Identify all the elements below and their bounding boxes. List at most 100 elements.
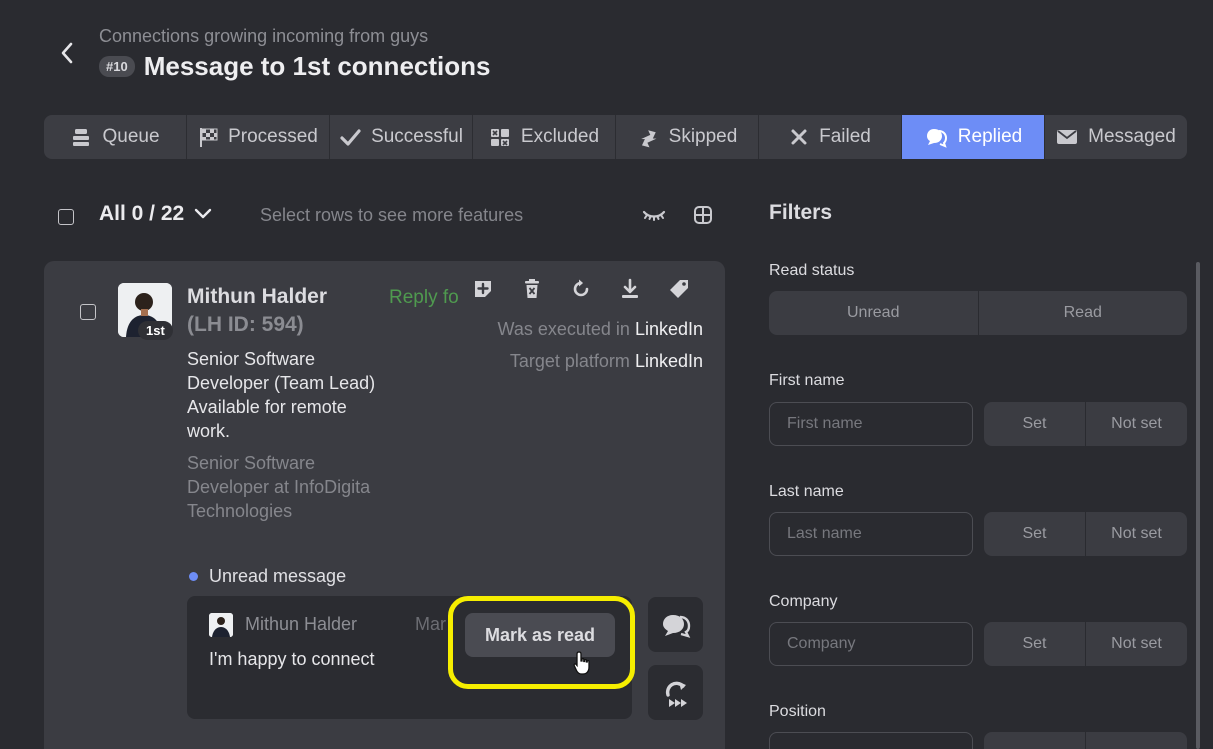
first-name-input[interactable] (769, 402, 973, 446)
tab-label: Replied (957, 126, 1023, 147)
envelope-icon (1057, 130, 1078, 144)
tab-label: Successful (371, 126, 463, 147)
last-name-input[interactable] (769, 512, 973, 556)
unread-option[interactable]: Unread (769, 291, 979, 335)
queue-icon (73, 129, 90, 146)
download-button[interactable] (617, 276, 642, 301)
delete-button[interactable] (519, 276, 544, 301)
selection-count: All 0 / 22 (99, 202, 185, 225)
refresh-icon (573, 279, 588, 296)
not-set-option[interactable] (1086, 732, 1187, 749)
unread-label: Unread message (209, 566, 347, 586)
chat-bubbles-icon (926, 129, 947, 148)
last-name-set-toggle: Set Not set (984, 512, 1187, 556)
tab-messaged[interactable]: Messaged (1045, 115, 1187, 159)
tab-label: Processed (228, 126, 318, 147)
campaign-subtitle: Connections growing incoming from guys (99, 26, 429, 46)
not-set-option[interactable]: Not set (1086, 622, 1187, 666)
read-status-label: Read status (769, 262, 855, 279)
add-note-icon (474, 280, 491, 297)
tab-failed[interactable]: Failed (759, 115, 902, 159)
tab-queue[interactable]: Queue (44, 115, 187, 159)
eye-closed-icon (642, 210, 666, 221)
not-set-option[interactable]: Not set (1086, 512, 1187, 556)
set-option[interactable] (984, 732, 1086, 749)
tab-skipped[interactable]: Skipped (616, 115, 759, 159)
not-set-option[interactable]: Not set (1086, 402, 1187, 446)
lead-checkbox[interactable] (80, 304, 96, 320)
company-set-toggle: Set Not set (984, 622, 1187, 666)
lead-name[interactable]: Mithun Halder (187, 285, 327, 309)
position-label: Position (769, 703, 826, 720)
company-input[interactable] (769, 622, 973, 666)
download-icon (621, 278, 638, 298)
target-platform: Target platform LinkedIn (510, 351, 703, 372)
chat-bubbles-icon (662, 614, 690, 638)
unread-dot (189, 572, 198, 581)
lead-position: Senior Software Developer at InfoDigita … (187, 453, 371, 521)
company-label: Company (769, 593, 838, 610)
message-text: I'm happy to connect (209, 649, 375, 669)
first-name-set-toggle: Set Not set (984, 402, 1187, 446)
checkmark-icon (340, 129, 361, 146)
title-row: #10 Message to 1st connections (99, 51, 490, 82)
target-label: Target platform (509, 351, 630, 371)
executed-in: Was executed in LinkedIn (498, 319, 703, 340)
message-preview[interactable]: Mithun Halder Mar I'm happy to connect M… (187, 596, 632, 719)
grid-view-button[interactable] (690, 203, 716, 227)
position-input[interactable] (769, 732, 973, 749)
lead-headline: Senior Software Developer (Team Lead) Av… (187, 349, 376, 441)
tab-processed[interactable]: Processed (187, 115, 330, 159)
message-avatar (209, 613, 233, 637)
trash-icon (524, 278, 539, 298)
target-platform-value: LinkedIn (634, 351, 703, 371)
tag-button[interactable] (666, 276, 691, 301)
person-photo-icon (209, 613, 233, 637)
connection-degree-badge: 1st (138, 321, 173, 340)
message-sender: Mithun Halder (245, 614, 358, 634)
add-note-button[interactable] (470, 276, 495, 301)
back-button[interactable] (52, 38, 82, 68)
message-date: Mar (415, 614, 446, 634)
grid-icon (694, 206, 712, 224)
executed-label: Was executed in (497, 319, 630, 339)
x-icon (791, 129, 807, 145)
skip-arrows-icon (640, 130, 657, 148)
excluded-icon (490, 129, 509, 146)
read-option[interactable]: Read (979, 291, 1188, 335)
reply-chat-button[interactable] (648, 597, 703, 652)
hide-button[interactable] (641, 203, 667, 227)
hand-cursor-icon (573, 650, 593, 676)
filters-title: Filters (769, 201, 833, 224)
read-status-toggle: Unread Read (769, 291, 1187, 335)
select-hint: Select rows to see more features (260, 205, 524, 225)
tab-replied[interactable]: Replied (902, 115, 1045, 159)
first-name-label: First name (769, 372, 845, 389)
chevron-down-icon (195, 208, 212, 219)
tab-label: Messaged (1088, 126, 1176, 147)
tab-label: Skipped (668, 126, 738, 147)
tag-icon (669, 279, 688, 298)
set-option[interactable]: Set (984, 402, 1086, 446)
select-all-checkbox[interactable] (58, 209, 74, 225)
filters-scrollbar[interactable] (1196, 262, 1200, 749)
tab-label: Queue (102, 126, 160, 147)
executed-platform: LinkedIn (634, 319, 703, 339)
retry-button[interactable] (568, 276, 593, 301)
status-tabs: Queue Processed Successful Excluded Skip… (44, 115, 1187, 159)
lead-card: 1st Mithun Halder (LH ID: 594) Reply fo … (44, 261, 725, 749)
reply-tag: Reply fo (389, 287, 459, 308)
selection-count-dropdown[interactable]: All 0 / 22 (99, 202, 212, 226)
checkered-flag-icon (200, 128, 218, 147)
card-actions (470, 276, 691, 301)
lead-id: (LH ID: 594) (187, 313, 304, 336)
set-option[interactable]: Set (984, 512, 1086, 556)
tab-successful[interactable]: Successful (330, 115, 473, 159)
chevron-left-icon (61, 42, 73, 64)
set-option[interactable]: Set (984, 622, 1086, 666)
tab-excluded[interactable]: Excluded (473, 115, 616, 159)
last-name-label: Last name (769, 483, 844, 500)
sync-forward-icon (665, 681, 687, 707)
sync-button[interactable] (648, 665, 703, 720)
page-title: Message to 1st connections (143, 51, 491, 81)
